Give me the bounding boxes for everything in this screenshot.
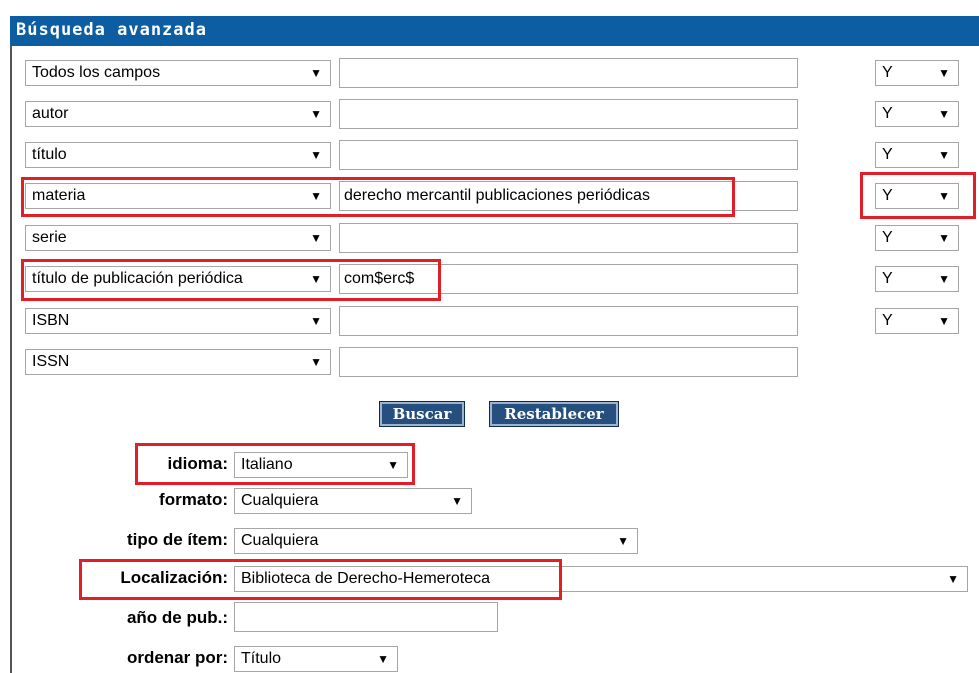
field-select-7[interactable]: ISBN ▼ xyxy=(25,308,331,334)
item-type-label: tipo de ítem: xyxy=(126,530,228,549)
chevron-down-icon: ▼ xyxy=(451,494,463,508)
item-type-select[interactable]: Cualquiera ▼ xyxy=(234,528,638,554)
field-select-8[interactable]: ISSN ▼ xyxy=(25,349,331,375)
sort-by-select[interactable]: Título ▼ xyxy=(234,646,398,672)
chevron-down-icon: ▼ xyxy=(938,314,950,328)
sort-by-label: ordenar por: xyxy=(126,648,228,667)
operator-select-3[interactable]: Y ▼ xyxy=(875,142,959,168)
chevron-down-icon: ▼ xyxy=(938,231,950,245)
chevron-down-icon: ▼ xyxy=(310,231,322,245)
reset-button[interactable]: Restablecer xyxy=(489,401,619,427)
chevron-down-icon: ▼ xyxy=(310,355,322,369)
search-term-input-2[interactable] xyxy=(339,99,798,129)
highlight-box xyxy=(135,443,415,485)
highlight-box xyxy=(21,259,441,301)
pub-year-label: año de pub.: xyxy=(126,608,228,627)
operator-select-1[interactable]: Y ▼ xyxy=(875,60,959,86)
field-select-1[interactable]: Todos los campos ▼ xyxy=(25,60,331,86)
highlight-box xyxy=(21,177,735,217)
chevron-down-icon: ▼ xyxy=(310,314,322,328)
chevron-down-icon: ▼ xyxy=(310,148,322,162)
field-select-2[interactable]: autor ▼ xyxy=(25,101,331,127)
highlight-box xyxy=(860,172,976,219)
panel-header: Búsqueda avanzada xyxy=(10,16,979,46)
field-select-5[interactable]: serie ▼ xyxy=(25,225,331,251)
operator-select-5[interactable]: Y ▼ xyxy=(875,225,959,251)
search-term-input-8[interactable] xyxy=(339,347,798,377)
chevron-down-icon: ▼ xyxy=(617,534,629,548)
operator-select-2[interactable]: Y ▼ xyxy=(875,101,959,127)
chevron-down-icon: ▼ xyxy=(938,272,950,286)
chevron-down-icon: ▼ xyxy=(947,572,959,586)
search-term-input-7[interactable] xyxy=(339,306,798,336)
search-button[interactable]: Buscar xyxy=(379,401,465,427)
search-term-input-3[interactable] xyxy=(339,140,798,170)
search-term-input-5[interactable] xyxy=(339,223,798,253)
chevron-down-icon: ▼ xyxy=(938,107,950,121)
operator-select-7[interactable]: Y ▼ xyxy=(875,308,959,334)
format-select[interactable]: Cualquiera ▼ xyxy=(234,488,472,514)
chevron-down-icon: ▼ xyxy=(938,148,950,162)
field-select-3[interactable]: título ▼ xyxy=(25,142,331,168)
page-title: Búsqueda avanzada xyxy=(16,20,207,40)
chevron-down-icon: ▼ xyxy=(310,66,322,80)
format-label: formato: xyxy=(159,490,228,509)
chevron-down-icon: ▼ xyxy=(938,66,950,80)
pub-year-input[interactable] xyxy=(234,602,498,632)
chevron-down-icon: ▼ xyxy=(377,652,389,666)
search-term-input-1[interactable] xyxy=(339,58,798,88)
operator-select-6[interactable]: Y ▼ xyxy=(875,266,959,292)
highlight-box xyxy=(79,559,562,600)
chevron-down-icon: ▼ xyxy=(310,107,322,121)
